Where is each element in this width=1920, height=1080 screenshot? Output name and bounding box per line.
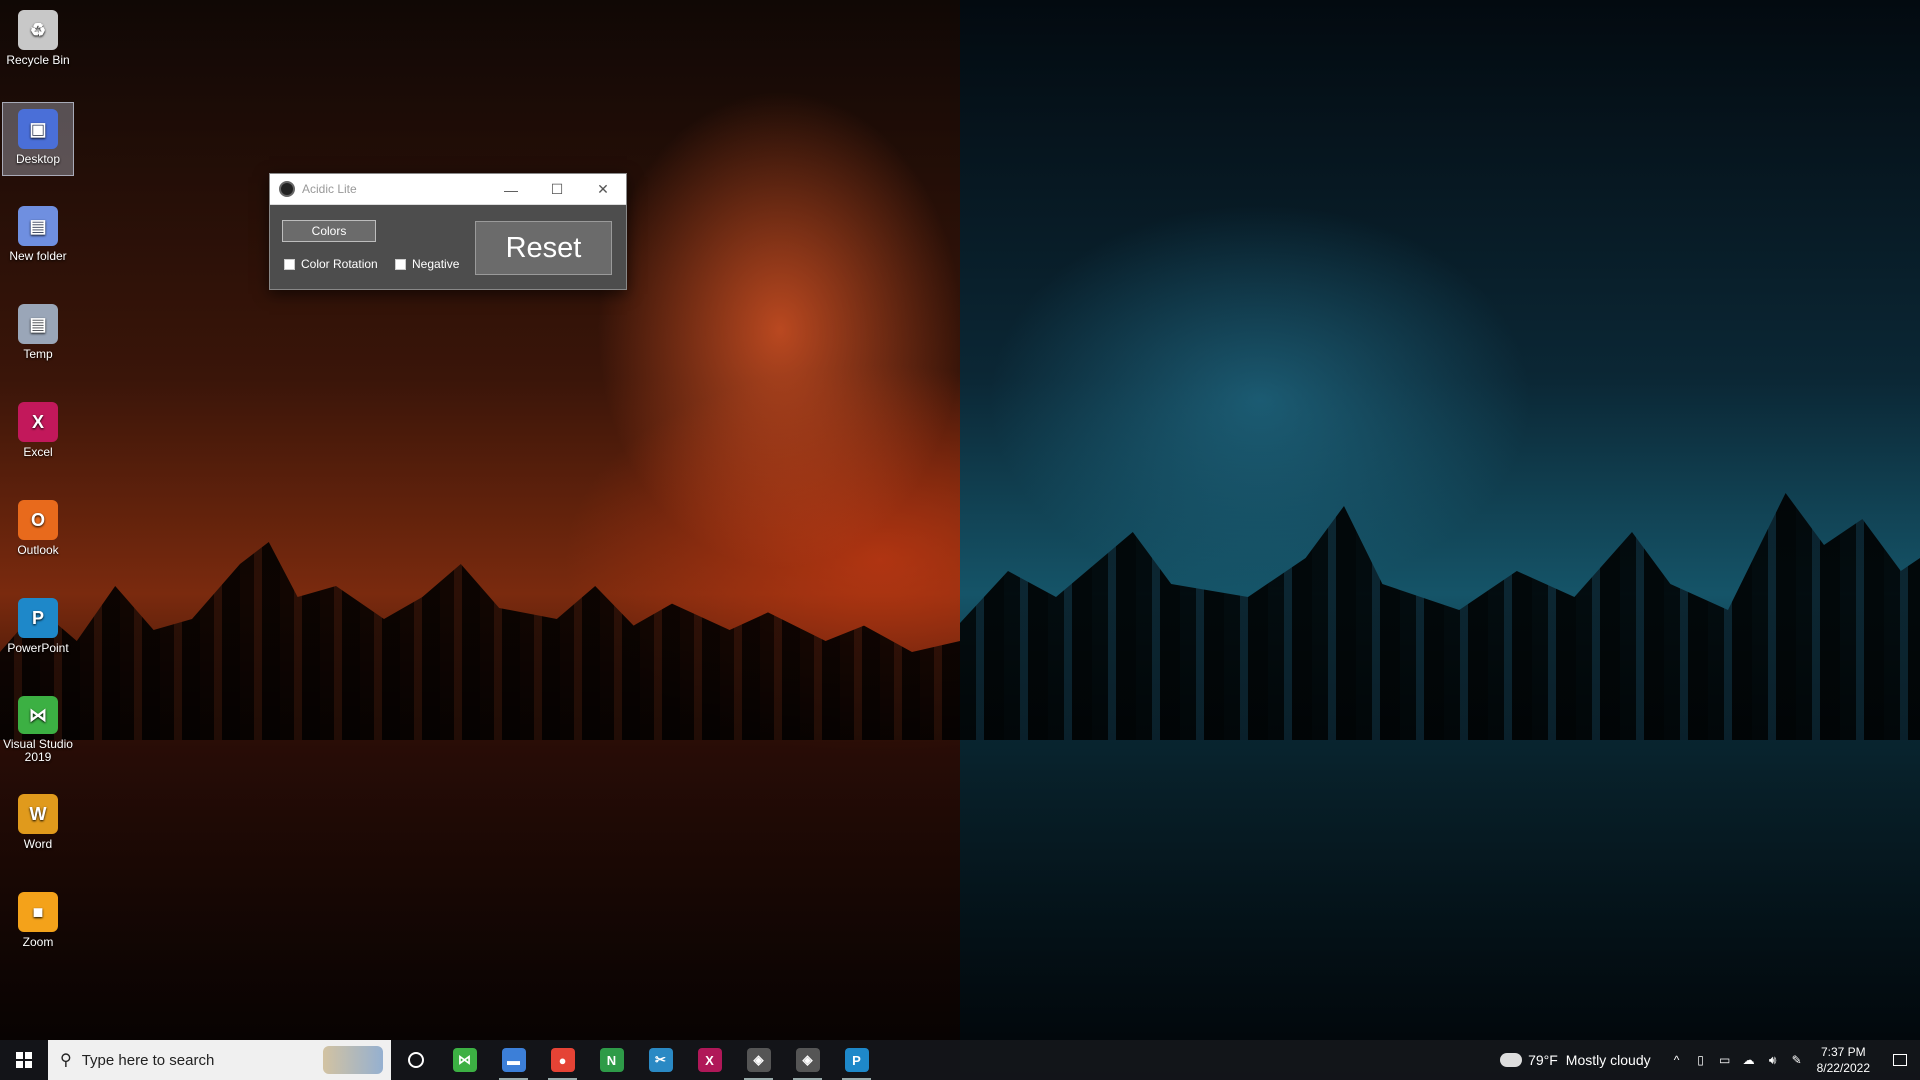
colors-button[interactable]: Colors [282,220,376,242]
word-icon: W [18,794,58,834]
acidic-2-icon: ◈ [795,1048,820,1072]
device-icon[interactable]: ▯ [1689,1053,1713,1067]
cortana-icon [407,1052,424,1068]
taskbar: ⚲ Type here to search ⋈ ▬ ● N ✂ X ◈ ◈ P 79°F Mos… [0,1040,1920,1080]
folder-icon: ▤ [18,304,58,344]
volume-icon[interactable]: 🔊︎ [1761,1053,1785,1068]
outlook-icon: O [18,500,58,540]
recycle-bin-icon: ♻ [18,10,58,50]
color-rotation-label: Color Rotation [301,257,378,271]
window-titlebar[interactable]: Acidic Lite — ☐ ✕ [270,174,626,205]
pen-icon[interactable]: ✎ [1785,1053,1809,1067]
taskbar-app-onenote[interactable]: N [587,1040,636,1080]
desktop-icon-label: Zoom [22,935,54,949]
minimize-button[interactable]: — [488,174,534,205]
taskbar-app-acidic-2[interactable]: ◈ [783,1040,832,1080]
desktop-icon-recycle-bin[interactable]: ♻ Recycle Bin [2,4,74,78]
acidic-icon: ◈ [746,1048,771,1072]
taskbar-app-chrome[interactable]: ● [538,1040,587,1080]
powerpoint-icon: P [844,1048,869,1072]
negative-label: Negative [412,257,460,271]
water-left [0,740,960,1040]
notification-icon [1893,1054,1907,1066]
window-title: Acidic Lite [302,182,357,196]
system-tray: 79°F Mostly cloudy ^ ▯ ▭ ☁ 🔊︎ ✎ 7:37 PM … [1496,1040,1920,1080]
onedrive-icon[interactable]: ☁ [1737,1053,1761,1067]
color-rotation-option[interactable]: Color Rotation [284,257,378,271]
search-highlight-image [323,1046,383,1074]
network-icon[interactable]: ▭ [1713,1053,1737,1067]
weather-condition: Mostly cloudy [1565,1052,1651,1068]
acidic-app-icon [279,181,295,197]
snipping-tool-icon: ✂ [648,1048,673,1072]
desktop-icon-label: Recycle Bin [6,53,70,67]
desktop-icon-label: Word [23,837,53,851]
desktop-folder-icon: ▣ [18,109,58,149]
taskbar-app-excel-dark[interactable]: X [685,1040,734,1080]
taskbar-clock[interactable]: 7:37 PM 8/22/2022 [1817,1044,1870,1076]
desktop-icon-temp[interactable]: ▤ Temp [2,298,74,372]
desktop-icon-label: Desktop [15,152,61,166]
weather-cloud-icon [1496,1048,1523,1067]
visual-studio-icon: ⋈ [452,1048,477,1072]
acidic-lite-window: Acidic Lite — ☐ ✕ Colors Color Rotation … [269,173,627,290]
water-right [960,740,1920,1040]
weather-temp: 79°F [1528,1052,1558,1068]
clock-time: 7:37 PM [1820,1045,1866,1059]
window-controls: — ☐ ✕ [488,174,626,205]
desktop-icon-excel[interactable]: X Excel [2,396,74,470]
desktop-icon-zoom[interactable]: ■ Zoom [2,886,74,960]
excel-dark-icon: X [697,1048,722,1072]
desktop-icon-label: New folder [9,249,67,263]
zoom-icon: ■ [18,892,58,932]
reset-button[interactable]: Reset [475,221,612,275]
desktop-icon-new-folder[interactable]: ▤ New folder [2,200,74,274]
visual-studio-icon: ⋈ [18,696,58,734]
start-button[interactable] [0,1040,48,1080]
file-explorer-icon: ▬ [501,1048,526,1072]
chrome-icon: ● [550,1048,575,1072]
desktop-icon-label: Temp [23,347,53,361]
windows-logo-icon [16,1052,32,1068]
weather-widget[interactable]: 79°F Mostly cloudy [1496,1048,1651,1068]
desktop-icon-outlook[interactable]: O Outlook [2,494,74,568]
desktop-icon-desktop[interactable]: ▣ Desktop [2,102,74,176]
color-rotation-checkbox[interactable] [284,258,295,270]
maximize-button[interactable]: ☐ [534,174,580,205]
desktop-icon-label: Outlook [17,543,59,557]
chevron-up-icon[interactable]: ^ [1665,1053,1689,1067]
taskbar-app-visual-studio[interactable]: ⋈ [440,1040,489,1080]
desktop-wallpaper [0,0,1920,1080]
taskbar-search-box[interactable]: ⚲ Type here to search [48,1040,391,1080]
taskbar-apps: ⋈ ▬ ● N ✂ X ◈ ◈ P [391,1040,881,1080]
negative-checkbox[interactable] [395,258,406,270]
desktop-icon-powerpoint[interactable]: P PowerPoint [2,592,74,666]
powerpoint-icon: P [18,598,58,638]
negative-option[interactable]: Negative [395,257,459,271]
taskbar-app-powerpoint[interactable]: P [832,1040,881,1080]
notification-center-button[interactable] [1880,1040,1920,1080]
search-icon: ⚲ [60,1052,72,1069]
desktop-icon-label: Excel [23,445,53,459]
taskbar-app-cortana[interactable] [391,1040,440,1080]
onenote-icon: N [599,1048,624,1072]
excel-icon: X [18,402,58,442]
desktop-icon-visual-studio-2019[interactable]: ⋈ Visual Studio 2019 [2,690,74,764]
desktop-icon-word[interactable]: W Word [2,788,74,862]
clock-date: 8/22/2022 [1816,1061,1870,1075]
taskbar-app-snipping-tool[interactable]: ✂ [636,1040,685,1080]
close-button[interactable]: ✕ [580,174,626,205]
desktop-icon-label: Visual Studio 2019 [3,737,73,764]
search-placeholder: Type here to search [81,1051,215,1069]
taskbar-app-acidic[interactable]: ◈ [734,1040,783,1080]
folder-icon: ▤ [18,206,58,246]
desktop-icon-label: PowerPoint [7,641,69,655]
taskbar-app-file-explorer[interactable]: ▬ [489,1040,538,1080]
